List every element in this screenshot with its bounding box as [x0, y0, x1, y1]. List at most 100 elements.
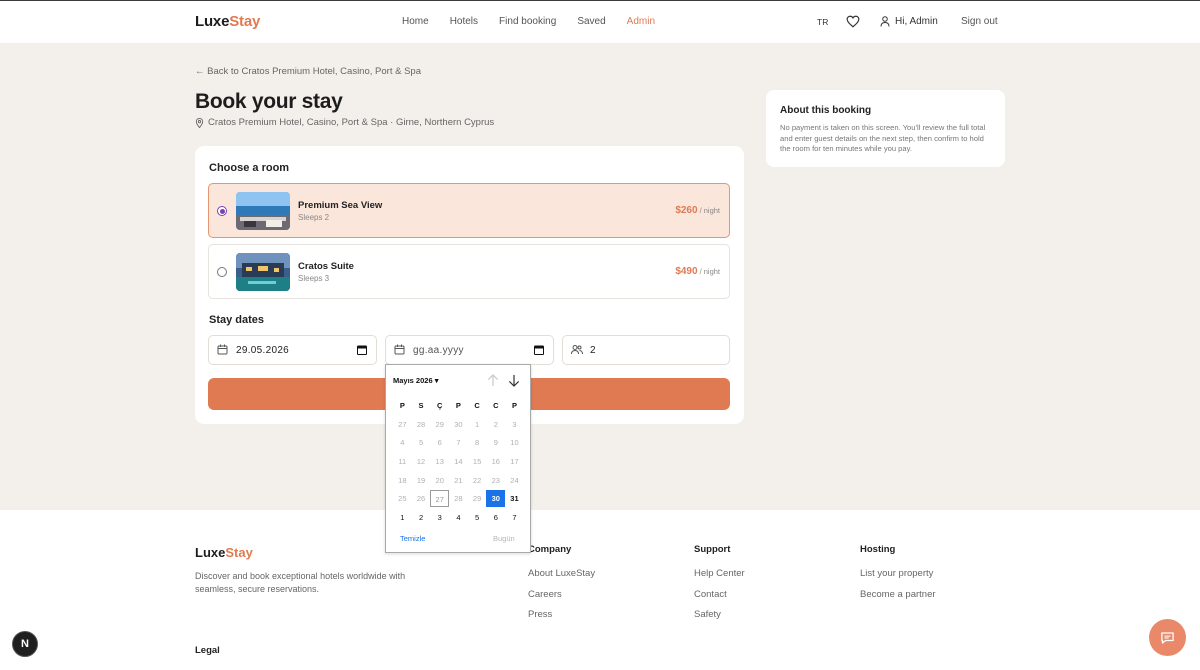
footer-link-careers[interactable]: Careers — [528, 589, 595, 600]
guests-value: 2 — [590, 345, 596, 356]
day-cell[interactable]: 31 — [505, 490, 524, 507]
day-cell-selected[interactable]: 30 — [486, 490, 506, 508]
map-pin-icon — [195, 117, 204, 128]
footer-link-contact[interactable]: Contact — [694, 589, 745, 600]
room-thumbnail — [236, 253, 290, 291]
nav-saved[interactable]: Saved — [577, 16, 605, 27]
check-in-value: 29.05.2026 — [236, 345, 290, 356]
arrow-down-icon[interactable] — [508, 374, 520, 387]
user-menu[interactable]: Hi, Admin — [880, 16, 938, 27]
picker-month-select[interactable]: Mayıs 2026 ▾ — [393, 376, 438, 385]
footer-column-hosting: Hosting List your property Become a part… — [860, 544, 936, 609]
calendar-picker-icon[interactable] — [534, 345, 544, 355]
day-cell[interactable]: 3 — [430, 509, 449, 526]
footer-link-safety[interactable]: Safety — [694, 609, 745, 620]
weekday-label: S — [418, 400, 424, 410]
day-cell: 29 — [435, 419, 444, 429]
day-cell-today: 27 — [430, 490, 450, 508]
user-icon — [880, 16, 890, 27]
day-cell[interactable]: 1 — [393, 509, 412, 526]
site-header: LuxeStay Home Hotels Find booking Saved … — [0, 1, 1200, 43]
day-cell: 14 — [454, 456, 463, 466]
check-out-field[interactable]: gg.aa.yyyy — [385, 335, 554, 365]
nav-admin[interactable]: Admin — [627, 16, 655, 27]
day-cell: 28 — [454, 494, 463, 504]
calendar-icon — [217, 344, 228, 355]
logo[interactable]: LuxeStay — [195, 13, 260, 30]
picker-clear-button[interactable]: Temizle — [400, 534, 425, 543]
footer-link-press[interactable]: Press — [528, 609, 595, 620]
day-cell: 6 — [437, 438, 442, 448]
day-cell: 25 — [398, 494, 407, 504]
weekday-header-row: P S Ç P C C P — [393, 396, 524, 415]
room-option-cratos-suite[interactable]: Cratos Suite Sleeps 3 $490/ night — [208, 244, 730, 299]
language-toggle[interactable]: TR — [817, 17, 828, 27]
about-title: About this booking — [780, 105, 872, 116]
dev-tools-badge[interactable]: N — [12, 631, 38, 657]
footer-column-support: Support Help Center Contact Safety — [694, 544, 745, 630]
day-cell: 5 — [418, 438, 424, 448]
chat-icon — [1161, 631, 1174, 644]
nav-hotels[interactable]: Hotels — [450, 16, 478, 27]
day-cell[interactable]: 6 — [486, 509, 505, 526]
back-link[interactable]: ← Back to Cratos Premium Hotel, Casino, … — [195, 66, 421, 77]
heart-icon[interactable] — [846, 15, 860, 31]
day-cell: 4 — [400, 438, 405, 448]
room-radio[interactable] — [217, 267, 227, 277]
week-row: 1 2 3 4 5 6 7 — [393, 508, 524, 527]
guests-field[interactable]: 2 — [562, 335, 730, 365]
users-icon — [571, 345, 583, 355]
nav-find-booking[interactable]: Find booking — [499, 16, 556, 27]
arrow-up-icon[interactable] — [487, 374, 499, 387]
room-radio[interactable] — [217, 206, 227, 216]
calendar-picker-icon[interactable] — [357, 345, 367, 355]
footer-column-company: Company About LuxeStay Careers Press — [528, 544, 595, 630]
location-text: Cratos Premium Hotel, Casino, Port & Spa… — [208, 117, 495, 128]
room-thumbnail — [236, 192, 290, 230]
weekday-label: C — [474, 400, 480, 410]
picker-today-button[interactable]: Bugün — [493, 534, 515, 543]
day-cell: 27 — [398, 419, 407, 429]
site-footer: LuxeStay Discover and book exceptional h… — [0, 510, 1200, 670]
day-cell[interactable]: 2 — [412, 509, 431, 526]
day-cell: 9 — [493, 438, 498, 448]
footer-link-about[interactable]: About LuxeStay — [528, 568, 595, 579]
day-cell: 11 — [398, 456, 407, 466]
week-row: 4 5 6 7 8 9 10 — [393, 433, 524, 452]
day-cell[interactable]: 4 — [449, 509, 468, 526]
day-cell: 22 — [472, 475, 482, 485]
day-cell: 20 — [435, 475, 444, 485]
room-sleeps: Sleeps 3 — [298, 274, 330, 283]
footer-heading: Support — [694, 544, 731, 555]
day-cell: 16 — [491, 456, 500, 466]
room-price: $490/ night — [675, 266, 720, 277]
about-text: No payment is taken on this screen. You'… — [780, 123, 986, 154]
room-name: Cratos Suite — [298, 261, 354, 272]
footer-description: Discover and book exceptional hotels wor… — [195, 571, 406, 594]
weekday-label: P — [511, 400, 517, 410]
room-name: Premium Sea View — [298, 200, 383, 211]
day-cell: 15 — [472, 456, 482, 466]
check-in-field[interactable]: 29.05.2026 — [208, 335, 377, 365]
footer-link-help-center[interactable]: Help Center — [694, 568, 745, 579]
day-cell: 3 — [512, 419, 517, 429]
day-cell: 12 — [416, 456, 426, 466]
day-cell: 23 — [491, 475, 500, 485]
chat-button[interactable] — [1149, 619, 1186, 656]
footer-logo[interactable]: LuxeStay — [195, 545, 253, 560]
footer-link-become-partner[interactable]: Become a partner — [860, 589, 936, 600]
day-cell[interactable]: 7 — [505, 509, 524, 526]
day-cell[interactable]: 5 — [468, 509, 487, 526]
day-cell: 29 — [472, 494, 482, 504]
day-cell: 8 — [475, 438, 480, 448]
weekday-label: C — [493, 400, 499, 410]
footer-heading: Hosting — [860, 544, 896, 555]
day-cell: 13 — [435, 456, 444, 466]
nav-home[interactable]: Home — [402, 16, 429, 27]
room-option-premium-sea-view[interactable]: Premium Sea View Sleeps 2 $260/ night — [208, 183, 730, 238]
day-cell: 17 — [510, 456, 519, 466]
sign-out-link[interactable]: Sign out — [961, 16, 998, 27]
footer-link-list-property[interactable]: List your property — [860, 568, 936, 579]
day-cell: 28 — [416, 419, 426, 429]
choose-room-title: Choose a room — [209, 162, 290, 174]
